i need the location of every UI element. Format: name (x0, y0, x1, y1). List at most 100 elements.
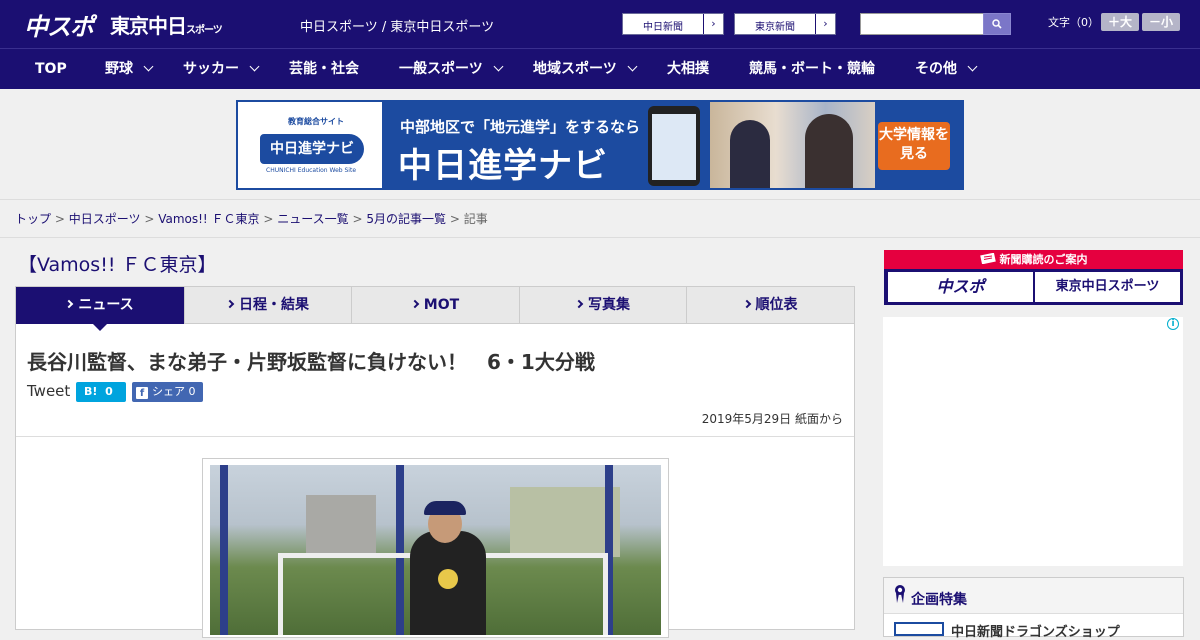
tab-standings[interactable]: 順位表 (687, 287, 854, 324)
feature-title: 企画特集 (911, 592, 967, 608)
chevron-down-icon (249, 61, 260, 72)
nav-label: TOP (35, 61, 67, 77)
chunichi-shimbun-label: 中日新聞 (643, 22, 683, 33)
facebook-share-count: 0 (188, 385, 196, 398)
nav-label: 一般スポーツ (399, 61, 483, 77)
ad-info-icon[interactable]: i (1167, 318, 1179, 330)
nav-item-other[interactable]: その他 (915, 49, 978, 90)
facebook-icon: f (136, 387, 148, 399)
facebook-share-label: シェア (152, 385, 185, 398)
nav-label: 芸能・社会 (289, 61, 359, 77)
chusupo-subscribe-link[interactable]: 中スポ (888, 272, 1033, 302)
university-info-button[interactable]: 大学情報を見る (878, 122, 950, 170)
education-banner-ad[interactable]: 教育総合サイト 中日進学ナビ CHUNICHI Education Web Si… (236, 100, 964, 190)
tokyo-chunichi-logo[interactable]: 東京中日スポーツ (110, 10, 223, 39)
pole (220, 465, 228, 635)
tab-label: MOT (423, 297, 460, 313)
article-photo-frame (202, 458, 669, 638)
tab-label: 写真集 (588, 297, 630, 313)
smartphone-screen (652, 114, 696, 180)
hatena-icon: B! (84, 385, 98, 398)
breadcrumb-top[interactable]: トップ (15, 212, 51, 226)
subscription-box: 新聞購読のご案内 中スポ 東京中日スポーツ (884, 250, 1183, 305)
section-title: 【Vamos!! ＦＣ東京】 (18, 254, 217, 276)
nav-item-racing[interactable]: 競馬・ボート・競輪 (749, 49, 875, 90)
tab-news[interactable]: ニュース (16, 287, 185, 324)
font-larger-button[interactable]: ＋大 (1101, 13, 1139, 31)
nav-item-top[interactable]: TOP (35, 49, 67, 90)
breadcrumb-separator: > (352, 212, 367, 226)
tokyo-shimbun-link[interactable]: 東京新聞 › (734, 13, 836, 35)
banner-logo-en: CHUNICHI Education Web Site (266, 167, 357, 174)
breadcrumb: トップ > 中日スポーツ > Vamos!! ＦＣ東京 > ニュース一覧 > 5… (15, 210, 488, 227)
nav-item-baseball[interactable]: 野球 (105, 49, 154, 90)
banner-headline: 中部地区で「地元進学」をするなら (400, 118, 641, 136)
tab-label: ニュース (78, 297, 134, 313)
main-nav: TOP 野球 サッカー 芸能・社会 一般スポーツ 地域スポーツ 大相撲 競馬・ボ… (0, 48, 1200, 89)
hatena-bookmark-button[interactable]: B! 0 (76, 382, 126, 402)
nav-item-soccer[interactable]: サッカー (183, 49, 260, 90)
nav-item-sumo[interactable]: 大相撲 (667, 49, 709, 90)
breadcrumb-news-list[interactable]: ニュース一覧 (277, 212, 348, 226)
subscription-heading: 新聞購読のご案内 (884, 250, 1183, 269)
breadcrumb-month-list[interactable]: 5月の記事一覧 (366, 212, 446, 226)
chevron-right-icon (574, 299, 584, 309)
tab-label: 日程・結果 (239, 297, 309, 313)
search-button[interactable] (983, 13, 1011, 35)
site-name: 中日スポーツ / 東京中日スポーツ (300, 20, 495, 35)
nav-label: 競馬・ボート・競輪 (749, 61, 875, 77)
feature-thumbnail[interactable] (894, 622, 944, 636)
article: 長谷川監督、まな弟子・片野坂監督に負けない！ 6・1大分戦 Tweet B! 0… (15, 324, 855, 638)
building (510, 487, 620, 557)
nav-item-general-sports[interactable]: 一般スポーツ (399, 49, 504, 90)
students-photo (710, 102, 875, 188)
breadcrumb-fc-tokyo[interactable]: Vamos!! ＦＣ東京 (158, 212, 259, 226)
breadcrumb-separator: > (263, 212, 278, 226)
font-size-label: 文字（0） (1048, 16, 1099, 29)
site-header: 中スポ 東京中日スポーツ 中日スポーツ / 東京中日スポーツ 中日新聞 › 東京… (0, 0, 1200, 48)
tokyo-chunichi-logo-sub: スポーツ (186, 25, 223, 36)
breadcrumb-chunichi-sports[interactable]: 中日スポーツ (69, 212, 141, 226)
building (306, 495, 376, 555)
chunichi-shimbun-link[interactable]: 中日新聞 › (622, 13, 724, 35)
nav-label: 野球 (105, 61, 133, 77)
nav-label: サッカー (183, 61, 239, 77)
divider (0, 237, 1200, 238)
chevron-down-icon (143, 61, 154, 72)
active-tab-pointer (93, 324, 107, 331)
chevron-down-icon (627, 61, 638, 72)
sidebar-ad[interactable]: i (883, 317, 1183, 566)
facebook-share-button[interactable]: f シェア 0 (132, 382, 203, 402)
breadcrumb-separator: > (54, 212, 69, 226)
banner-logo-main: 中日進学ナビ (260, 134, 364, 164)
breadcrumb-separator: > (449, 212, 464, 226)
nav-item-local-sports[interactable]: 地域スポーツ (533, 49, 638, 90)
tab-schedule-results[interactable]: 日程・結果 (185, 287, 352, 324)
tab-photos[interactable]: 写真集 (520, 287, 687, 324)
tokyo-chunichi-subscribe-link[interactable]: 東京中日スポーツ (1035, 272, 1180, 302)
newspaper-icon (979, 252, 996, 265)
tweet-button[interactable]: Tweet (27, 382, 70, 400)
breadcrumb-separator: > (144, 212, 159, 226)
nav-label: 地域スポーツ (533, 61, 617, 77)
club-emblem (438, 569, 458, 589)
chevron-right-icon (225, 299, 235, 309)
divider (16, 436, 854, 437)
article-photo[interactable] (210, 465, 661, 635)
chevron-down-icon (493, 61, 504, 72)
article-headline: 長谷川監督、まな弟子・片野坂監督に負けない！ 6・1大分戦 (27, 350, 595, 374)
banner-logo-subtitle: 教育総合サイト (288, 117, 344, 126)
tab-mot[interactable]: MOT (352, 287, 520, 324)
breadcrumb-current: 記事 (463, 212, 488, 226)
nav-item-entertainment[interactable]: 芸能・社会 (289, 49, 359, 90)
ribbon-icon (895, 585, 905, 603)
chevron-right-icon (65, 299, 74, 309)
smartphone-image (648, 106, 700, 186)
banner-title: 中日進学ナビ (398, 146, 608, 186)
font-smaller-button[interactable]: －小 (1142, 13, 1180, 31)
section-tabs: ニュース 日程・結果 MOT 写真集 順位表 (15, 286, 855, 324)
chusupo-logo[interactable]: 中スポ (24, 7, 94, 42)
search-input[interactable] (860, 13, 984, 35)
coach-cap (424, 501, 466, 515)
feature-item-link[interactable]: 中日新聞ドラゴンズショップ (951, 621, 1120, 640)
